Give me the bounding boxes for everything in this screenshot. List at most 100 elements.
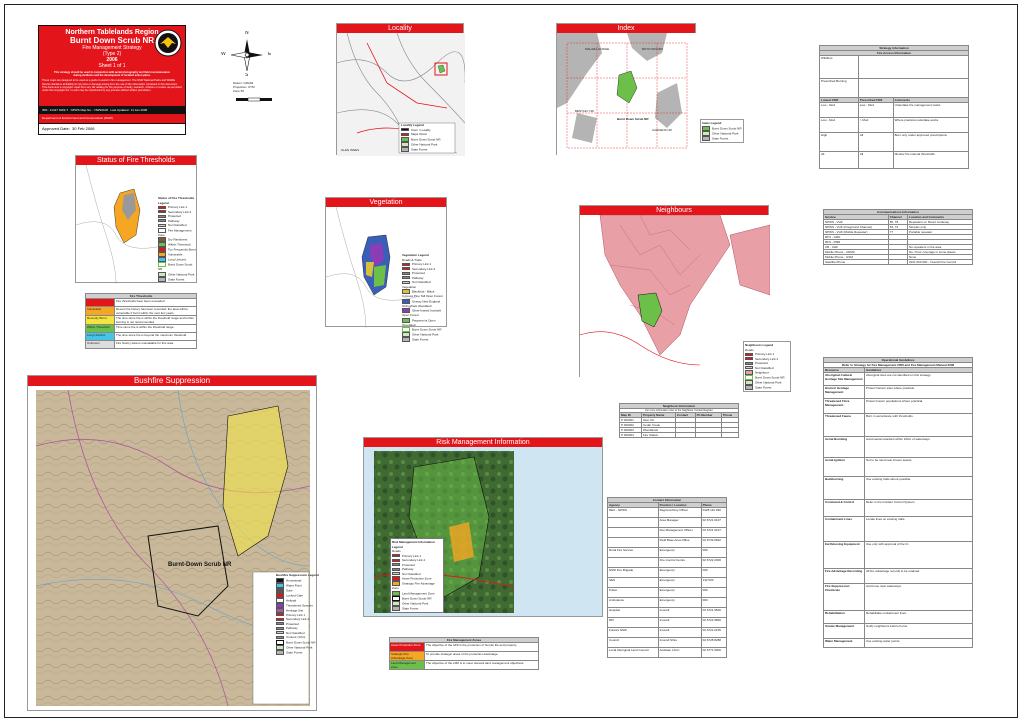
- cell: Fire Control Centre: [657, 557, 702, 568]
- legend-label: Homestead: [286, 577, 302, 582]
- cell: All: [857, 132, 894, 152]
- table-row: Fire Advantage Recording All fire advanta…: [823, 568, 973, 584]
- legend-label: Helipad: [286, 597, 297, 602]
- cell: Long Unburnt: [85, 332, 115, 341]
- legend-label: Not Classified: [755, 365, 774, 370]
- cell: Inverell Shire: [657, 637, 702, 648]
- cell: Inverell: [657, 617, 702, 628]
- table-row: P 000004 Fire Station: [619, 432, 739, 438]
- table-row: DEC - NPWS Regional Duty Officer 0428 191 …: [607, 507, 728, 518]
- cell: 132 500: [700, 577, 728, 588]
- cell: [607, 517, 659, 528]
- table-row: SES Emergency 132 500: [607, 577, 728, 588]
- last-updated: Last Updated : 11 Jan 2006: [110, 108, 148, 112]
- legend-item: Burnt Down Scrub NR: [158, 262, 196, 272]
- legend-label: Dry Rainforest: [168, 237, 188, 242]
- cell: Fire history data is unavailable for thi…: [114, 340, 197, 349]
- legend-label: Primary Link 1: [755, 352, 775, 356]
- compass-n: N: [245, 31, 249, 35]
- neighbours-legend: Neighbours Legend Roads Primary Link 1 S…: [743, 341, 791, 392]
- legend-label: Roads: [392, 549, 401, 553]
- zones-table: Fire Management Zones Asset Protection Z…: [389, 637, 539, 670]
- cell: Strategic Fire Advantage Zone: [389, 651, 425, 661]
- table-row: Aboriginal Cultural Heritage Site Manage…: [823, 372, 973, 386]
- cell: Backburning: [823, 476, 865, 500]
- table-row: Ambulance Emergency 000: [607, 597, 728, 608]
- risk-title: Risk Management Information: [364, 438, 602, 447]
- fire-threshold-legend: Status of Fire Thresholds Legend Primary…: [158, 196, 196, 282]
- cell: P 000004: [619, 432, 642, 438]
- cell: NSW Fire Brigade: [607, 567, 659, 578]
- table-row: Aerial Ignition Not to be used near known…: [823, 457, 973, 477]
- table-row: DPI Inverell 02 6722 9800: [607, 617, 728, 628]
- legend-label: Primary Link 1: [168, 205, 188, 209]
- compass-s: S: [245, 73, 249, 77]
- table-row: Council Inverell Shire 02 6728 8288: [607, 637, 728, 648]
- legend-item: State Forest: [276, 649, 330, 655]
- legend-label: Town / Locality: [411, 127, 431, 132]
- cell: Low - Mod: [819, 117, 859, 133]
- cell: 02 6721 0107: [700, 517, 728, 528]
- table-row: Fire thresholds have been exceeded: [85, 298, 197, 307]
- cell: Inverell: [657, 607, 702, 618]
- cell: 02 6739 0822: [700, 537, 728, 548]
- table-row: NSW Fire Brigade Emergency 000: [607, 567, 728, 578]
- table-row: Threatened Fauna Burn in accordance with …: [823, 413, 973, 437]
- suppression-title: Bushfire Suppression: [28, 376, 316, 386]
- cell: High: [819, 132, 859, 152]
- index-legend: Index Legend Burnt Down Scrub NR Other N…: [700, 119, 744, 143]
- cell: 02 6728 8288: [700, 637, 728, 648]
- neighbours-map: [579, 214, 771, 378]
- legend-label: Pathway: [402, 567, 414, 571]
- cell: Avoid use near waterways.: [864, 583, 973, 611]
- cell: Locate lines on existing trails.: [864, 516, 973, 542]
- legend-label: Neighbour: [755, 370, 769, 375]
- legend-label: Water Point: [286, 582, 302, 587]
- legend-label: Protected: [412, 271, 425, 275]
- legend-label: Major Road: [411, 132, 427, 136]
- cell: 0428 191 990: [700, 507, 728, 518]
- cell: Protect historic sites where practical.: [864, 385, 973, 399]
- legend-label: Burnt Down Scrub NR: [286, 639, 316, 644]
- cell: All: [857, 151, 894, 169]
- legend-label: Gate: [286, 587, 293, 592]
- table-row: Fire Management Officer 02 6721 0107: [607, 527, 728, 538]
- cell: Recently Burnt: [85, 315, 115, 325]
- table-row: Strategic Fire Advantage Zone To provide …: [389, 651, 539, 661]
- table-row: Rural Fire Service Emergency 000: [607, 547, 728, 558]
- title-block: Northern Tablelands Region Burnt Down Sc…: [38, 25, 186, 135]
- cell: 02 6771 5000: [700, 647, 728, 658]
- approved-row: Approved Date: 30 Feb 2006: [39, 123, 185, 134]
- cell: 02 6722 2000: [700, 557, 728, 568]
- table-row: Satellite Phone 0101 000 000 - Inverell F…: [823, 259, 974, 265]
- cell: Aerial Bombing: [823, 436, 865, 458]
- table-row: Field Base Area Office 02 6739 0822: [607, 537, 728, 548]
- cell: Recent fire history has been recorded; t…: [114, 306, 197, 316]
- map-sheet: Northern Tablelands Region Burnt Down Sc…: [4, 4, 1018, 718]
- datum-note-3: Zone 56: [233, 89, 245, 93]
- cell: DEC - NPWS: [607, 507, 659, 518]
- legend-label: Not Classified: [286, 630, 305, 635]
- cell: The objective of the LMZ is to meet rele…: [424, 660, 539, 670]
- cell: Satellite Phone: [823, 259, 889, 265]
- legend-label: Other National Park: [712, 130, 739, 135]
- cell: SES: [607, 577, 659, 588]
- legend-item: Grassy New England Stringybark Woodland: [402, 298, 446, 309]
- legend-label: Asset Protection Zone: [402, 576, 432, 581]
- cell: Vulnerable: [85, 306, 115, 316]
- strategy-left-label: Wildfires: [819, 55, 859, 79]
- table-row: Backburning Use existing trails where pos…: [823, 476, 973, 500]
- neighbours-title: Neighbours: [580, 206, 768, 215]
- cell: Area Manager: [657, 517, 702, 528]
- fire-threshold-legend-title: Status of Fire Thresholds Legend: [158, 196, 195, 205]
- cell: Emergency: [657, 547, 702, 558]
- cell: Use existing water points.: [864, 638, 973, 648]
- table-row: Historic Heritage Management Protect hist…: [823, 385, 973, 399]
- legend-label: Secondary Link 2: [168, 209, 192, 214]
- cell: Rural Fire Service: [607, 547, 659, 558]
- legend-label: Protected: [286, 621, 299, 626]
- comms-table: Communications Information Service Chann…: [823, 209, 974, 265]
- cell: 02 6722 2155: [700, 627, 728, 638]
- cell: Historic Heritage Management: [823, 385, 865, 399]
- cell: Regional Duty Officer: [657, 507, 702, 518]
